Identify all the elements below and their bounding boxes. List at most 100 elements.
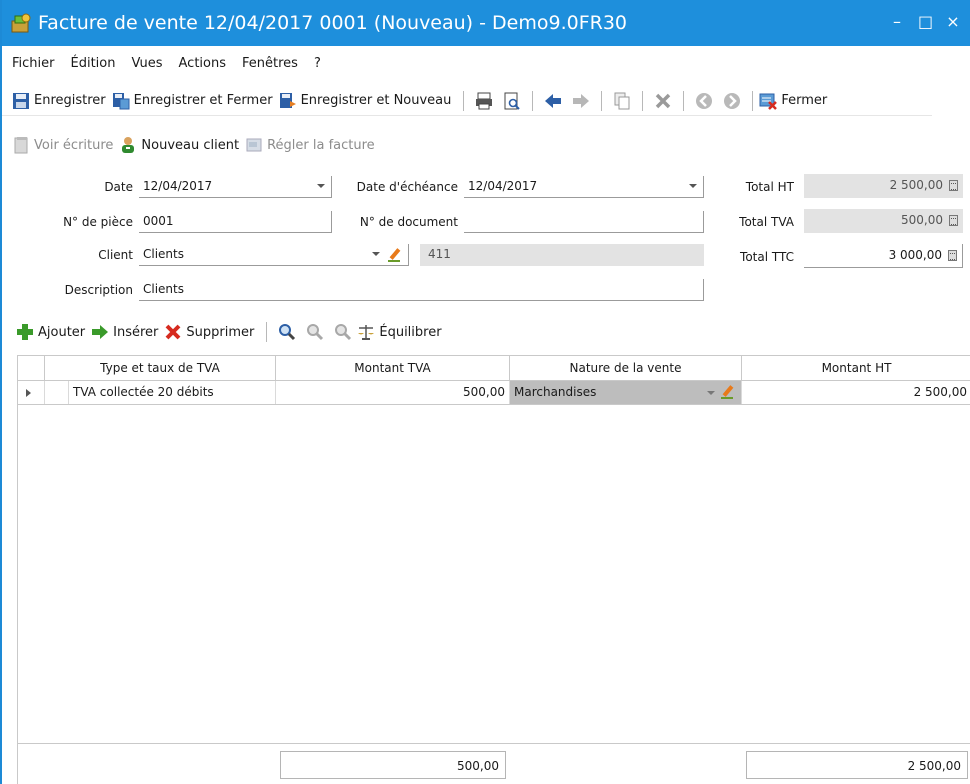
view-entry-button[interactable]: Voir écriture — [12, 136, 113, 154]
cell-amount-ht[interactable]: 2 500,00 — [742, 381, 970, 404]
copy-icon[interactable] — [612, 91, 632, 111]
toolbar-separator — [642, 90, 644, 111]
total-ht-field: 2 500,00 — [804, 174, 963, 198]
cell-vat-amount[interactable]: 500,00 — [276, 381, 510, 404]
menu-bar: Fichier Édition Vues Actions Fenêtres ? — [2, 50, 970, 76]
save-new-icon — [279, 92, 297, 110]
menu-fenetres[interactable]: Fenêtres — [242, 56, 298, 71]
vat-lines-grid: Type et taux de TVA Montant TVA Nature d… — [17, 355, 970, 784]
cell-sale-nature[interactable]: Marchandises — [510, 381, 742, 404]
chevron-down-icon[interactable] — [317, 184, 325, 188]
piece-number-field[interactable]: 0001 — [139, 211, 332, 233]
new-client-button[interactable]: Nouveau client — [119, 136, 239, 154]
menu-vues[interactable]: Vues — [131, 56, 162, 71]
total-ht-label: Total HT — [745, 180, 794, 194]
client-account-value: 411 — [428, 247, 451, 261]
chevron-down-icon[interactable] — [689, 184, 697, 188]
total-ttc-field: 3 000,00 — [804, 244, 963, 268]
col-header-sale-nature[interactable]: Nature de la vente — [510, 356, 742, 381]
calculator-icon[interactable] — [949, 180, 958, 191]
delete-row-button[interactable]: Supprimer — [164, 323, 254, 341]
date-field[interactable]: 12/04/2017 — [139, 176, 332, 198]
calculator-icon[interactable] — [949, 215, 958, 226]
chevron-down-icon[interactable] — [372, 252, 380, 256]
cell-vat-type[interactable]: TVA collectée 20 débits — [68, 381, 276, 404]
edit-pencil-icon[interactable] — [721, 385, 735, 399]
close-form-icon — [759, 92, 778, 110]
save-new-label: Enregistrer et Nouveau — [300, 93, 452, 108]
pay-invoice-button[interactable]: Régler la facture — [245, 136, 375, 154]
edit-pencil-icon[interactable] — [388, 248, 402, 262]
description-field[interactable]: Clients — [139, 279, 704, 301]
close-button[interactable]: × — [946, 13, 960, 31]
toolbar-separator — [532, 90, 534, 111]
col-header-amount-ht[interactable]: Montant HT — [742, 356, 970, 381]
next-record-icon[interactable] — [722, 91, 742, 111]
plus-icon — [16, 323, 34, 341]
document-number-field[interactable] — [464, 211, 704, 233]
new-client-label: Nouveau client — [141, 137, 240, 153]
close-form-label: Fermer — [781, 93, 828, 108]
client-value: Clients — [143, 247, 184, 261]
pay-invoice-label: Régler la facture — [267, 137, 375, 153]
menu-actions[interactable]: Actions — [179, 56, 227, 71]
balance-button[interactable]: Équilibrer — [357, 323, 442, 341]
menu-edition[interactable]: Édition — [71, 56, 116, 71]
save-close-button[interactable]: Enregistrer et Fermer — [112, 92, 273, 110]
client-account-field: 411 — [420, 244, 704, 266]
due-date-value: 12/04/2017 — [468, 179, 538, 193]
insert-arrow-icon — [91, 323, 109, 341]
insert-row-label: Insérer — [113, 324, 159, 340]
add-row-button[interactable]: Ajouter — [16, 323, 85, 341]
menu-help[interactable]: ? — [314, 56, 321, 71]
delete-x-icon — [164, 323, 182, 341]
secondary-toolbar: Voir écriture Nouveau client Régler la f… — [2, 130, 442, 160]
view-entry-label: Voir écriture — [34, 137, 114, 153]
search-icon[interactable] — [277, 322, 297, 342]
date-value: 12/04/2017 — [143, 179, 213, 193]
save-close-icon — [112, 92, 130, 110]
date-label: Date — [104, 180, 133, 194]
row-selector[interactable] — [18, 381, 45, 404]
total-ttc-label: Total TTC — [740, 250, 794, 264]
col-header-vat-type[interactable]: Type et taux de TVA — [45, 356, 276, 381]
forward-arrow-icon[interactable] — [571, 91, 591, 111]
description-label: Description — [64, 283, 133, 297]
search-previous-icon[interactable] — [305, 322, 325, 342]
print-icon[interactable] — [474, 91, 494, 111]
save-button[interactable]: Enregistrer — [12, 92, 106, 110]
table-row[interactable]: TVA collectée 20 débits 500,00 Marchandi… — [18, 381, 970, 405]
total-tva-label: Total TVA — [739, 215, 794, 229]
total-ttc-value: 3 000,00 — [888, 248, 942, 262]
menu-fichier[interactable]: Fichier — [12, 56, 55, 71]
print-preview-icon[interactable] — [502, 91, 522, 111]
save-new-button[interactable]: Enregistrer et Nouveau — [279, 92, 452, 110]
chevron-down-icon[interactable] — [707, 391, 715, 395]
piece-number-label: N° de pièce — [63, 215, 133, 229]
col-header-vat-amount[interactable]: Montant TVA — [276, 356, 510, 381]
due-date-field[interactable]: 12/04/2017 — [464, 176, 704, 198]
main-toolbar: Enregistrer Enregistrer et Fermer Enregi… — [2, 86, 932, 116]
back-arrow-icon[interactable] — [543, 91, 563, 111]
previous-record-icon[interactable] — [694, 91, 714, 111]
insert-row-button[interactable]: Insérer — [91, 323, 158, 341]
grid-footer: 500,00 2 500,00 — [18, 743, 970, 784]
close-form-button[interactable]: Fermer — [759, 92, 827, 110]
minimize-button[interactable]: – — [890, 13, 904, 31]
window-title: Facture de vente 12/04/2017 0001 (Nouvea… — [38, 12, 628, 34]
client-field[interactable]: Clients — [139, 244, 409, 266]
calculator-icon[interactable] — [948, 250, 957, 261]
client-label: Client — [98, 248, 133, 262]
journal-entry-icon — [12, 136, 30, 154]
toolbar-separator — [463, 90, 465, 111]
total-tva-field[interactable]: 500,00 — [804, 209, 963, 233]
grid-header: Type et taux de TVA Montant TVA Nature d… — [18, 355, 970, 381]
delete-icon[interactable] — [653, 91, 673, 111]
delete-row-label: Supprimer — [186, 324, 255, 340]
maximize-button[interactable]: □ — [918, 13, 933, 31]
total-tva-value: 500,00 — [901, 213, 943, 227]
toolbar-separator — [683, 90, 685, 111]
toolbar-separator — [752, 90, 754, 111]
search-next-icon[interactable] — [333, 322, 353, 342]
piece-number-value: 0001 — [143, 214, 174, 228]
